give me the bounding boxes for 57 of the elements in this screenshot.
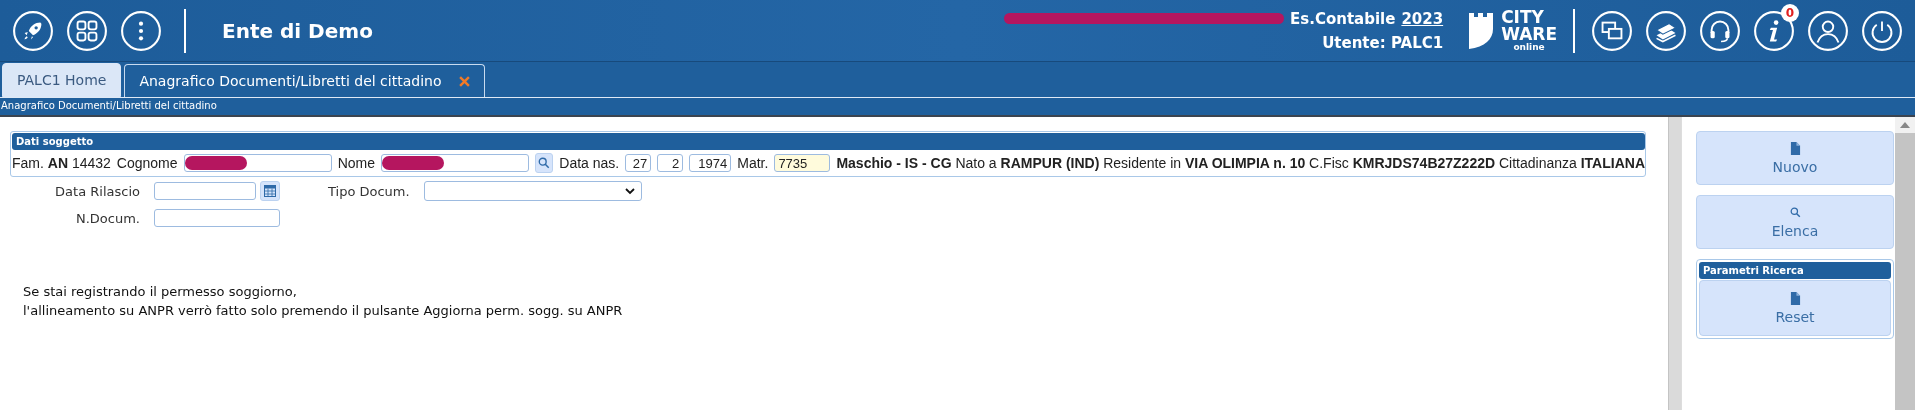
headset-icon[interactable] <box>1699 9 1741 52</box>
calendar-icon <box>264 185 276 197</box>
search-button[interactable] <box>535 153 554 173</box>
breadcrumb: Anagrafico Documenti/Libretti del cittadino <box>1 100 217 111</box>
field-label: Data nas. <box>559 155 620 171</box>
panel-title: Dati soggetto <box>12 133 1645 150</box>
scroll-up-icon[interactable] <box>1900 122 1910 128</box>
subject-summary: Fam. AN 14432 <box>12 155 111 171</box>
grid-icon[interactable] <box>66 9 108 52</box>
action-button[interactable]: Reset <box>1699 280 1891 336</box>
tab[interactable]: Anagrafico Documenti/Libretti del cittadino <box>124 64 486 97</box>
scrollbar[interactable] <box>1895 117 1915 410</box>
redaction-mark <box>382 156 445 170</box>
notification-badge: 0 <box>1781 3 1799 22</box>
user-label: Utente: PALC1 <box>1322 33 1444 52</box>
panel-title: Parametri Ricerca <box>1699 262 1891 279</box>
field-label: Data Rilascio <box>54 183 141 199</box>
subject-summary: Maschio - IS - CG Nato a RAMPUR (IND) Residente in VIA OLIMPIA n. 10 C.Fisc KMRJDS74B27Z222D Cittadinanza ITALIANA <box>836 155 1645 171</box>
app-title: Ente di Demo <box>222 18 373 43</box>
field-label: Cognome <box>116 155 178 171</box>
field-label: Matr. <box>737 155 769 171</box>
books-icon[interactable] <box>1645 9 1687 52</box>
caret-icon <box>624 187 635 195</box>
notice-text: l'allineamento su ANPR verrò fatto solo premendo il pulsante Aggiorna perm. sogg. su ANPR <box>23 302 624 320</box>
fiscal-year-label: Es.Contabile <box>1290 9 1396 28</box>
search-icon <box>1789 205 1801 219</box>
logo-text: WARE <box>1501 26 1557 43</box>
action-button[interactable]: Elenca <box>1696 195 1894 249</box>
text-field[interactable]: 7735 <box>774 154 831 172</box>
action-button[interactable]: Nuovo <box>1696 131 1894 185</box>
fiscal-year-link[interactable]: 2023 <box>1401 9 1444 28</box>
windows-icon[interactable] <box>1591 9 1633 52</box>
text-field[interactable]: 2 <box>657 154 684 172</box>
more-icon[interactable] <box>120 9 162 52</box>
logo-text: online <box>1512 43 1546 52</box>
text-field[interactable] <box>154 209 280 227</box>
info-icon[interactable] <box>1753 9 1795 52</box>
notice-text: Se stai registrando il permesso soggiorno, <box>23 283 298 301</box>
field-label: N.Docum. <box>75 210 141 226</box>
document-icon <box>1789 141 1801 155</box>
calendar-button[interactable] <box>260 181 280 201</box>
logo-text: CITY <box>1501 9 1545 26</box>
date-field[interactable] <box>154 182 256 200</box>
field-label: Nome <box>337 155 376 171</box>
rocket-icon[interactable] <box>12 9 54 52</box>
user-icon[interactable] <box>1807 9 1849 52</box>
text-field[interactable]: 1974 <box>689 154 732 172</box>
text-field[interactable]: 27 <box>625 154 652 172</box>
document-icon <box>1789 291 1801 305</box>
text-field[interactable] <box>381 154 530 172</box>
scrollbar[interactable] <box>1668 117 1681 410</box>
power-icon[interactable] <box>1861 9 1903 52</box>
redaction-mark <box>184 156 247 170</box>
text-field[interactable] <box>183 154 332 172</box>
field-label: Tipo Docum. <box>328 183 410 199</box>
search-icon <box>538 157 551 169</box>
tab[interactable]: PALC1 Home <box>2 63 122 97</box>
